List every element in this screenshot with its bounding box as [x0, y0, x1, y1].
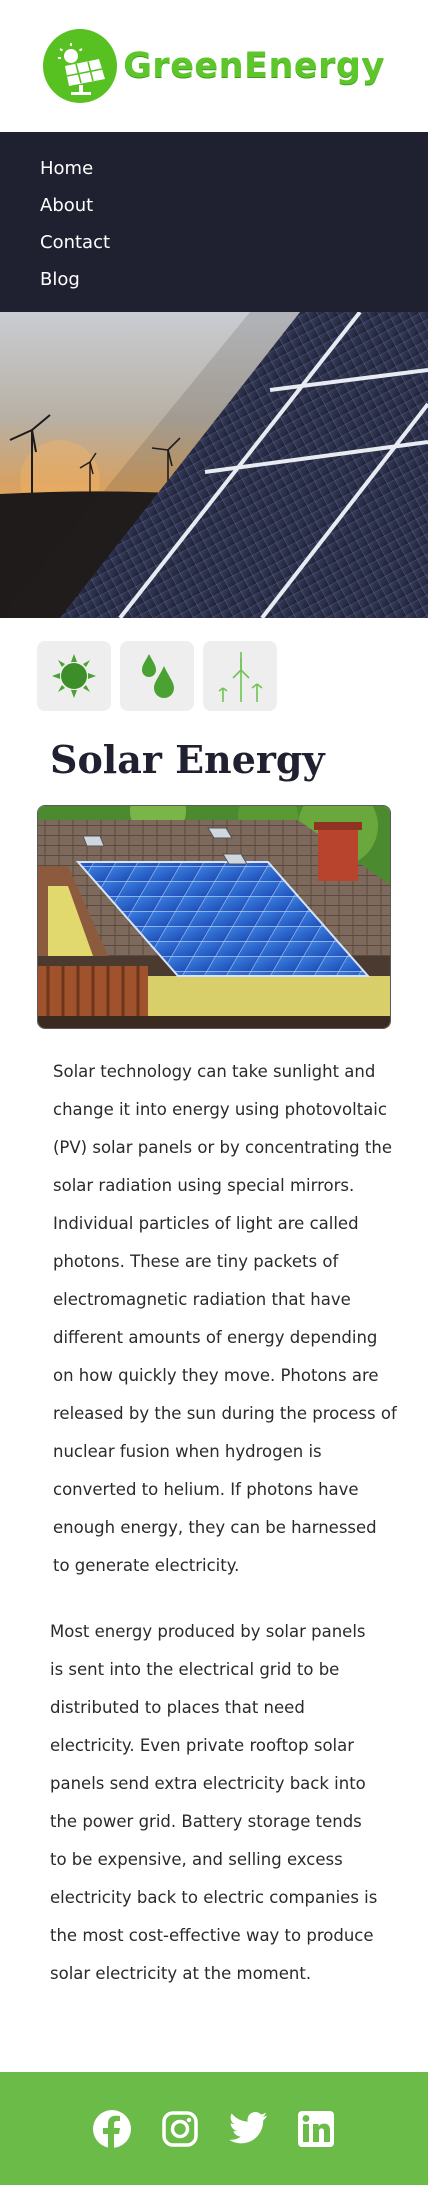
nav-item-home[interactable]: Home — [40, 150, 428, 187]
sun-icon[interactable] — [37, 641, 111, 711]
paragraph-grid-energy: Most energy produced by solar panels is … — [50, 1622, 378, 1983]
facebook-icon[interactable] — [91, 2108, 133, 2150]
house-solar-roof-image — [37, 805, 391, 1029]
feature-icons — [0, 618, 428, 715]
site-footer — [0, 2072, 428, 2185]
instagram-icon[interactable] — [159, 2108, 201, 2150]
nav-item-blog[interactable]: Blog — [40, 261, 428, 298]
nav-item-about[interactable]: About — [40, 187, 428, 224]
main-nav: Home About Contact Blog — [0, 132, 428, 312]
nav-item-contact[interactable]: Contact — [40, 224, 428, 261]
linkedin-icon[interactable] — [295, 2108, 337, 2150]
page-title: Solar Energy — [50, 737, 325, 782]
wind-turbines-icon[interactable] — [203, 641, 277, 711]
brand-name: GreenEnergy — [123, 46, 385, 86]
paragraph-solar-technology: Solar technology can take sunlight and c… — [53, 1062, 397, 1575]
site-header: GreenEnergy — [0, 0, 428, 132]
logo[interactable]: GreenEnergy — [43, 29, 385, 103]
hero-image — [0, 312, 428, 618]
twitter-icon[interactable] — [227, 2108, 269, 2150]
solar-panel-logo-icon — [43, 29, 118, 103]
water-drops-icon[interactable] — [120, 641, 194, 711]
